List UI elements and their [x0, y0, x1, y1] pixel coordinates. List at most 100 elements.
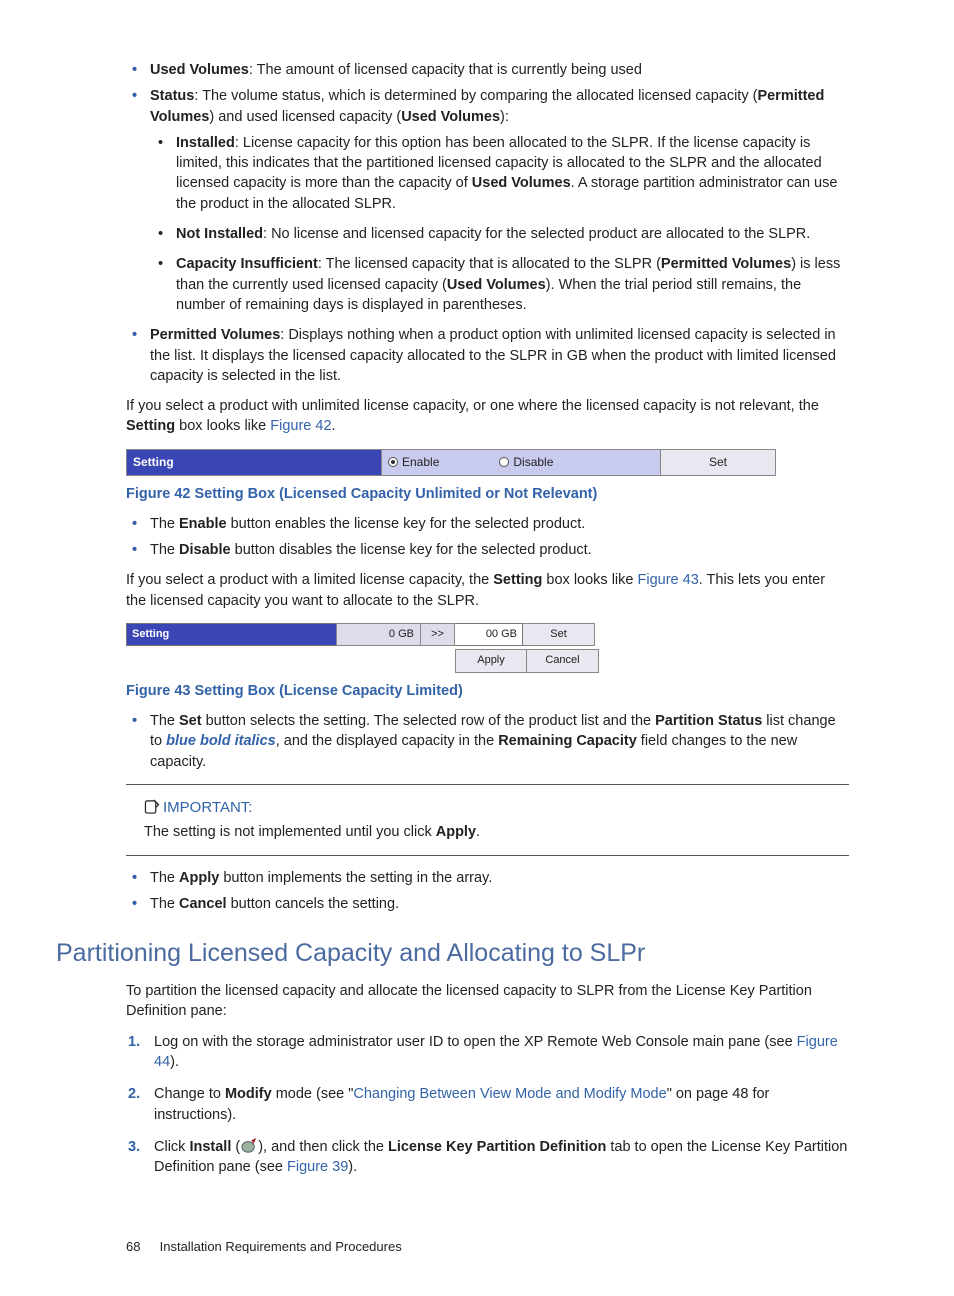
- divider: [126, 855, 849, 856]
- figure-39-link[interactable]: Figure 39: [287, 1159, 348, 1175]
- def-status: Status: The volume status, which is dete…: [150, 86, 849, 315]
- g: , and the displayed capacity in the: [276, 733, 498, 749]
- section-heading: Partitioning Licensed Capacity and Alloc…: [56, 936, 849, 971]
- b: Cancel: [179, 896, 227, 912]
- def-used-volumes: Used Volumes: The amount of licensed cap…: [150, 60, 849, 80]
- c: button implements the setting in the arr…: [219, 870, 492, 886]
- set-button-list: The Set button selects the setting. The …: [126, 711, 849, 772]
- important-text: The setting is not implemented until you…: [144, 822, 849, 842]
- important-block: IMPORTANT: The setting is not implemente…: [126, 797, 849, 843]
- fig43-row-2: Apply Cancel: [126, 649, 601, 672]
- divider: [126, 784, 849, 785]
- figure-43-link[interactable]: Figure 43: [638, 572, 699, 588]
- figure-42-link[interactable]: Figure 42: [270, 418, 331, 434]
- c: .: [476, 824, 480, 840]
- section-intro: To partition the licensed capacity and a…: [126, 981, 849, 1022]
- disable-item: The Disable button disables the license …: [150, 540, 849, 560]
- set-button[interactable]: Set: [523, 623, 595, 646]
- b: Install: [189, 1139, 231, 1155]
- label: Disable: [513, 455, 553, 469]
- b: Setting: [493, 572, 542, 588]
- a: Change to: [154, 1086, 225, 1102]
- b: Disable: [179, 542, 231, 558]
- note-icon: [144, 799, 160, 814]
- f: blue bold italics: [166, 733, 276, 749]
- fig43-row-1: Setting 0 GB >> 00 GB Set: [126, 623, 601, 646]
- spacer: [126, 649, 455, 672]
- def-permitted-volumes: Permitted Volumes: Displays nothing when…: [150, 325, 849, 386]
- b1: Used Volumes: [472, 175, 571, 191]
- apply-item: The Apply button implements the setting …: [150, 868, 849, 888]
- footer-title: Installation Requirements and Procedures: [160, 1239, 402, 1254]
- t3: ):: [500, 109, 509, 125]
- text: : No license and licensed capacity for t…: [263, 226, 810, 242]
- b: ).: [170, 1054, 179, 1070]
- radio-icon: [499, 457, 509, 467]
- step-3: 3. Click Install (), and then click the …: [154, 1137, 849, 1178]
- status-values: Installed: License capacity for this opt…: [150, 133, 849, 315]
- apply-cancel-list: The Apply button implements the setting …: [126, 868, 849, 915]
- c: mode (see ": [272, 1086, 354, 1102]
- set-button[interactable]: Set: [660, 450, 775, 475]
- b: Modify: [225, 1086, 272, 1102]
- b: Setting: [126, 418, 175, 434]
- b: Apply: [436, 824, 476, 840]
- apply-button[interactable]: Apply: [455, 649, 527, 672]
- term: Installed: [176, 135, 235, 151]
- b: Apply: [179, 870, 219, 886]
- figure-42-setting-bar: Setting Enable Disable Set: [126, 449, 776, 476]
- term: Used Volumes: [150, 62, 249, 78]
- important-label: IMPORTANT:: [163, 799, 252, 816]
- enable-disable-list: The Enable button enables the license ke…: [126, 514, 849, 561]
- c: button selects the setting. The selected…: [202, 713, 656, 729]
- step-number: 3.: [128, 1137, 140, 1157]
- modify-mode-link[interactable]: Changing Between View Mode and Modify Mo…: [353, 1086, 666, 1102]
- setting-label: Setting: [127, 450, 382, 475]
- t3: .: [332, 418, 336, 434]
- a: The setting is not implemented until you…: [144, 824, 436, 840]
- arrow-button[interactable]: >>: [421, 623, 455, 646]
- enable-radio[interactable]: Enable: [388, 454, 439, 471]
- step-1: 1. Log on with the storage administrator…: [154, 1032, 849, 1073]
- t2: box looks like: [175, 418, 270, 434]
- cancel-button[interactable]: Cancel: [527, 649, 599, 672]
- b2: Used Volumes: [447, 277, 546, 293]
- term: Not Installed: [176, 226, 263, 242]
- capacity-input[interactable]: 00 GB: [455, 623, 523, 646]
- para-unlimited-intro: If you select a product with unlimited l…: [126, 396, 849, 437]
- step-number: 2.: [128, 1084, 140, 1104]
- cancel-item: The Cancel button cancels the setting.: [150, 894, 849, 914]
- a: Click: [154, 1139, 189, 1155]
- t1: : The licensed capacity that is allocate…: [318, 256, 661, 272]
- disable-radio[interactable]: Disable: [499, 454, 553, 471]
- enable-item: The Enable button enables the license ke…: [150, 514, 849, 534]
- b: Set: [179, 713, 202, 729]
- c: button enables the license key for the s…: [227, 516, 586, 532]
- c: button cancels the setting.: [227, 896, 400, 912]
- h: Remaining Capacity: [498, 733, 637, 749]
- procedure-steps: 1. Log on with the storage administrator…: [126, 1032, 849, 1178]
- d: ), and then click the: [258, 1139, 388, 1155]
- term: Capacity Insufficient: [176, 256, 318, 272]
- b1: Permitted Volumes: [661, 256, 791, 272]
- current-value: 0 GB: [336, 623, 421, 646]
- figure-43-caption: Figure 43 Setting Box (License Capacity …: [126, 681, 849, 701]
- c: button disables the license key for the …: [231, 542, 592, 558]
- t1: : The volume status, which is determined…: [194, 88, 757, 104]
- a: The: [150, 870, 179, 886]
- page-footer: 68 Installation Requirements and Procedu…: [126, 1238, 849, 1256]
- step-number: 1.: [128, 1032, 140, 1052]
- e: License Key Partition Definition: [388, 1139, 606, 1155]
- step-2: 2. Change to Modify mode (see "Changing …: [154, 1084, 849, 1125]
- setting-options: Enable Disable: [382, 450, 660, 475]
- t2: box looks like: [542, 572, 637, 588]
- b: Enable: [179, 516, 227, 532]
- t1: If you select a product with a limited l…: [126, 572, 493, 588]
- figure-42-caption: Figure 42 Setting Box (Licensed Capacity…: [126, 484, 849, 504]
- a: The: [150, 713, 179, 729]
- setting-label: Setting: [126, 623, 336, 646]
- c: (: [231, 1139, 240, 1155]
- a: The: [150, 896, 179, 912]
- a: Log on with the storage administrator us…: [154, 1034, 797, 1050]
- status-installed: Installed: License capacity for this opt…: [176, 133, 849, 214]
